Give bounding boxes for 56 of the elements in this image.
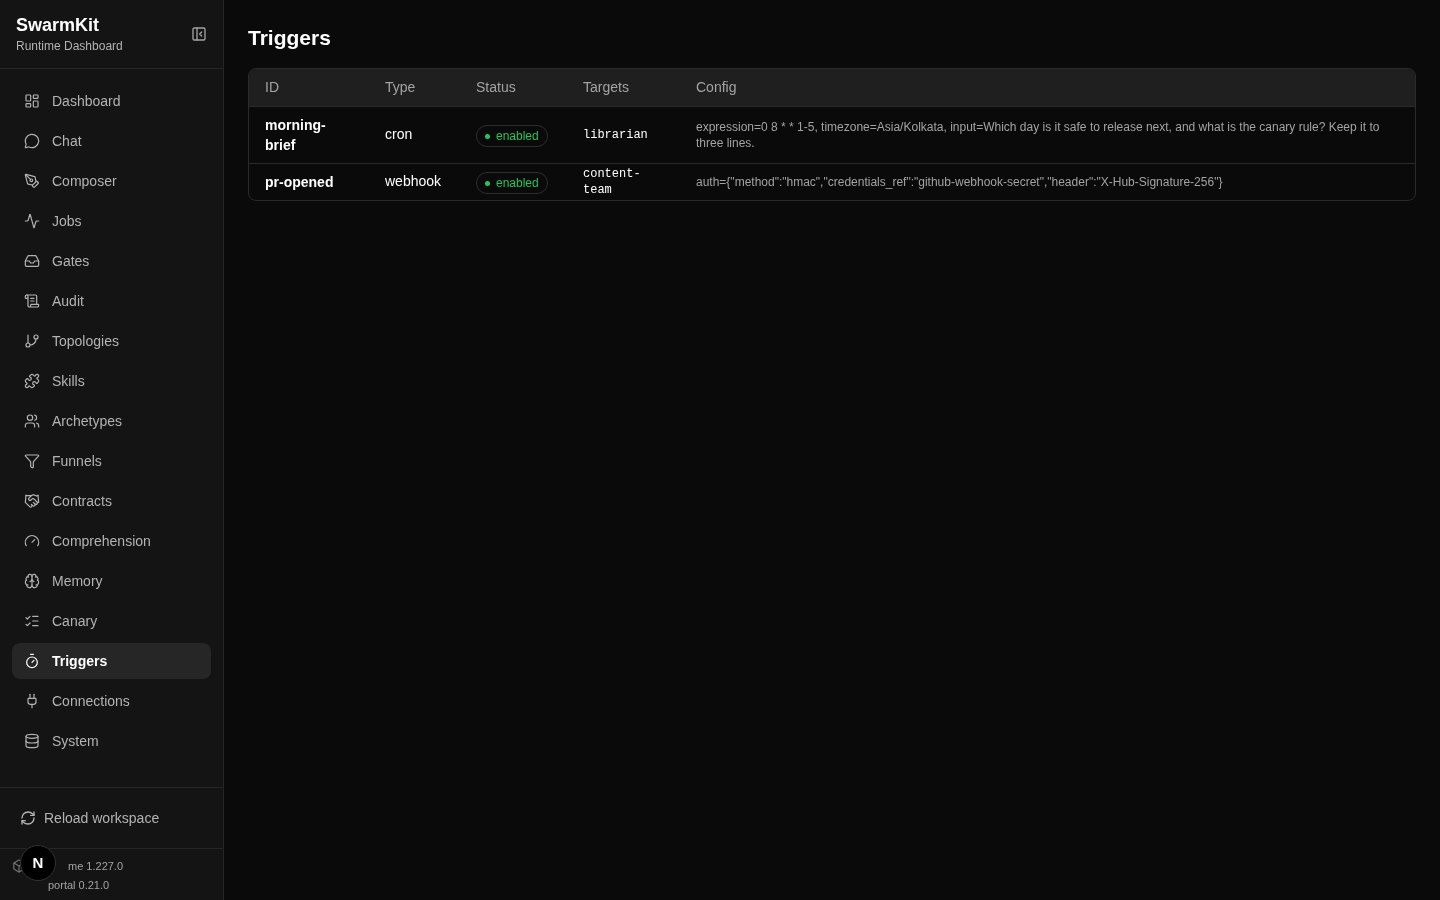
table-cell-text: morning-brief: [265, 115, 327, 155]
page-title: Triggers: [248, 25, 332, 51]
pulse-icon: [24, 213, 40, 229]
nav-item[interactable]: Dashboard: [12, 83, 211, 119]
nav-item[interactable]: Archetypes: [12, 403, 211, 439]
column-header: Type: [385, 78, 416, 95]
table-cell: expression=0 8 * * 1-5, timezone=Asia/Kolkata, input=Which day is it safe to release next, and what is the canary rule? Keep it to three lines.: [696, 119, 1380, 150]
chat-bubble-icon: [24, 133, 40, 149]
column-header: Status: [476, 78, 516, 95]
nav-item[interactable]: Chat: [12, 123, 211, 159]
scroll-icon: [24, 293, 40, 309]
branch-icon: [24, 333, 40, 349]
table-cell: auth={"method":"hmac","credentials_ref":"github-webhook-secret","header":"X-Hub-Signature-256"}: [696, 174, 1223, 189]
nav-item[interactable]: Funnels: [12, 443, 211, 479]
table-cell-text: content-team: [583, 165, 642, 198]
nav-item[interactable]: Contracts: [12, 483, 211, 519]
refresh-icon: [20, 810, 36, 826]
puzzle-icon: [24, 373, 40, 389]
nav-item[interactable]: Comprehension: [12, 523, 211, 559]
nav-item[interactable]: Audit: [12, 283, 211, 319]
users-icon: [24, 413, 40, 429]
reload-workspace-button[interactable]: Reload workspace: [12, 800, 168, 836]
column-header: Config: [696, 78, 737, 95]
portal-version: portal 0.21.0: [48, 878, 111, 893]
nav-item[interactable]: Jobs: [12, 203, 211, 239]
dashboard-icon: [24, 93, 40, 109]
database-icon: [24, 733, 40, 749]
nav-item[interactable]: Canary: [12, 603, 211, 639]
nav-item[interactable]: Triggers: [12, 643, 211, 679]
nav-item[interactable]: Composer: [12, 163, 211, 199]
nav-item[interactable]: System: [12, 723, 211, 759]
plug-icon: [24, 693, 40, 709]
checklist-icon: [24, 613, 40, 629]
app-title: SwarmKit: [16, 14, 101, 37]
nav-item[interactable]: Topologies: [12, 323, 211, 359]
nav-item[interactable]: Gates: [12, 243, 211, 279]
table-cell-text: pr-opened: [265, 172, 335, 192]
handshake-icon: [24, 493, 40, 509]
pen-icon: [24, 173, 40, 189]
table-cell-text: librarian: [583, 126, 649, 143]
table-cell: webhook: [385, 173, 442, 189]
inbox-icon: [24, 253, 40, 269]
nav-item[interactable]: Skills: [12, 363, 211, 399]
gauge-icon: [24, 533, 40, 549]
dev-badge[interactable]: N: [20, 845, 56, 881]
brain-icon: [24, 573, 40, 589]
collapse-sidebar-icon[interactable]: [191, 26, 207, 42]
app-subtitle: Runtime Dashboard: [16, 38, 123, 55]
column-header: Targets: [583, 78, 629, 95]
nav-item[interactable]: Connections: [12, 683, 211, 719]
table-cell: cron: [385, 126, 413, 142]
nav-item[interactable]: Memory: [12, 563, 211, 599]
column-header: ID: [265, 78, 279, 95]
runtime-version: me 1.227.0: [68, 859, 124, 874]
stopwatch-icon: [24, 653, 40, 669]
funnel-icon: [24, 453, 40, 469]
